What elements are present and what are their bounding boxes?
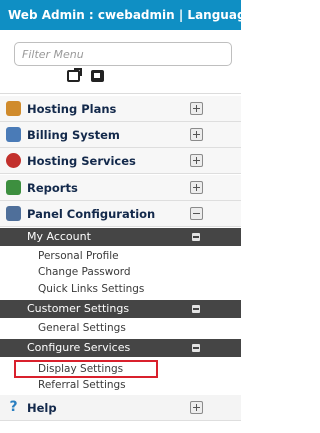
collapse-minus-icon[interactable] [190,207,203,220]
expand-plus-icon[interactable] [190,128,203,141]
menu-section-hosting-services[interactable]: Hosting Services [0,148,241,174]
menu-section-reports[interactable]: Reports [0,175,241,201]
open-external-icon[interactable] [67,68,82,82]
filter-menu-field[interactable] [14,42,232,66]
expand-plus-icon[interactable] [190,181,203,194]
menu-item-quick-links-settings[interactable]: Quick Links Settings [38,281,144,297]
hosting-services-icon [6,153,21,168]
expand-plus-icon[interactable] [190,401,203,414]
panel-configuration-icon [6,206,21,221]
menu-section-label: Billing System [27,128,120,142]
billing-system-icon [6,127,21,142]
menu-item-general-settings[interactable]: General Settings [38,320,126,336]
menu-section-hosting-plans[interactable]: Hosting Plans [0,96,241,122]
collapse-minus-icon[interactable] [192,305,200,313]
menu-section-help[interactable]: ? Help [0,395,241,421]
collapse-minus-icon[interactable] [192,233,200,241]
hosting-plans-icon [6,101,21,116]
menu-section-label: Reports [27,181,78,195]
submenu-header-my-account[interactable]: My Account [0,228,241,246]
submenu-header-label: My Account [27,230,91,243]
expand-plus-icon[interactable] [190,102,203,115]
menu-item-change-password[interactable]: Change Password [38,264,131,280]
menu-item-referral-settings[interactable]: Referral Settings [38,377,126,393]
filter-menu-input[interactable] [15,43,231,66]
collapse-minus-icon[interactable] [192,344,200,352]
highlight-box [14,360,158,378]
header-bar: Web Admin : cwebadmin | Language : Engl [0,0,241,30]
expand-plus-icon[interactable] [190,154,203,167]
reports-icon [6,180,21,195]
header-title: Web Admin : cwebadmin | Language : Engl [8,8,241,22]
help-icon: ? [9,399,18,415]
menu-section-panel-configuration[interactable]: Panel Configuration [0,201,241,227]
menu-section-label: Help [27,401,57,415]
menu-section-billing-system[interactable]: Billing System [0,122,241,148]
submenu-header-customer-settings[interactable]: Customer Settings [0,300,241,318]
submenu-header-configure-services[interactable]: Configure Services [0,339,241,357]
menu-item-personal-profile[interactable]: Personal Profile [38,248,119,264]
menu-section-label: Panel Configuration [27,207,156,221]
divider [0,93,241,94]
menu-section-label: Hosting Plans [27,102,117,116]
menu-section-label: Hosting Services [27,154,136,168]
submenu-header-label: Configure Services [27,341,131,354]
submenu-header-label: Customer Settings [27,302,130,315]
dock-panel-icon[interactable] [91,70,104,82]
